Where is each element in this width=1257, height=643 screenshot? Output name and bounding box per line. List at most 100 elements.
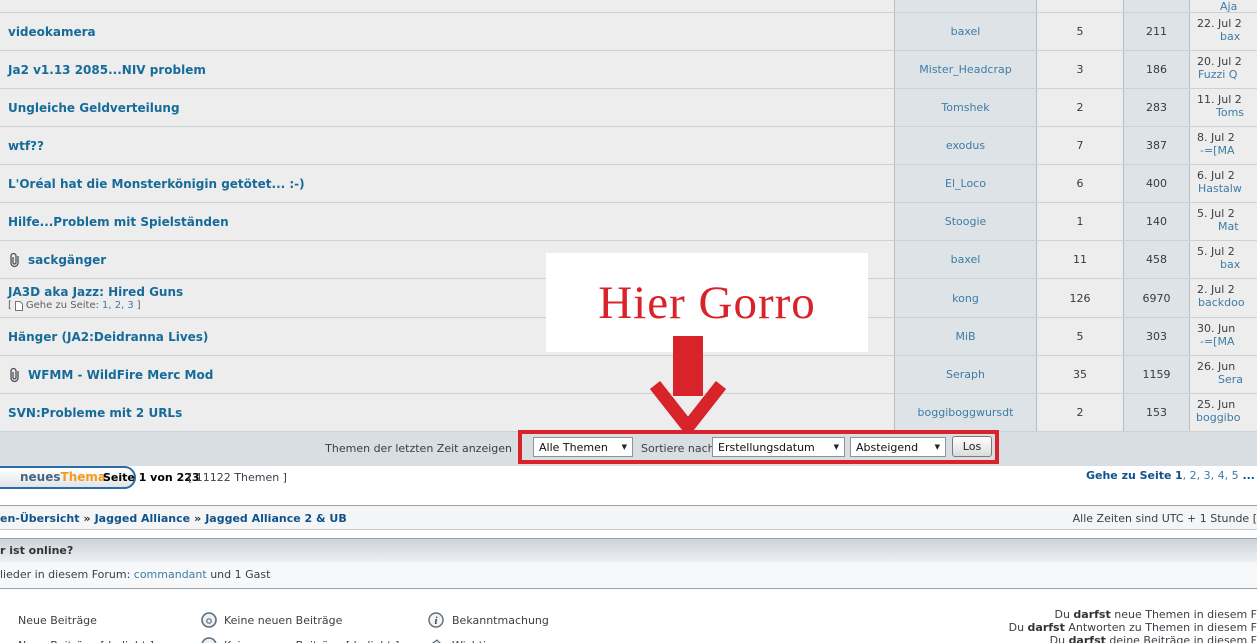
author-cell: exodus: [894, 127, 1036, 164]
page-links[interactable]: 1, 2, 3: [102, 300, 134, 312]
topic-link[interactable]: SVN:Probleme mit 2 URLs: [8, 406, 182, 420]
legend-label: Bekanntmachung: [452, 614, 549, 627]
views-count: 186: [1123, 51, 1189, 88]
lastpost-author-link[interactable]: bax: [1220, 30, 1240, 43]
topic-link[interactable]: Ja2 v1.13 2085...NIV problem: [8, 63, 206, 77]
lastpost-author-link[interactable]: bax: [1220, 258, 1240, 271]
replies-count: 126: [1036, 279, 1123, 317]
goto-page-label: Gehe zu Seite: [1086, 469, 1172, 482]
new-topic-label-1: neues: [20, 470, 61, 484]
lastpost-cell: 20. Jul 2Fuzzi Q: [1189, 51, 1257, 88]
forum-page: Aja videokamerabaxel521122. Jul 2baxJa2 …: [0, 0, 1257, 643]
lastpost-author-link[interactable]: boggibo: [1196, 411, 1240, 424]
author-link[interactable]: baxel: [951, 25, 981, 38]
lastpost-author-link[interactable]: Mat: [1218, 220, 1239, 233]
breadcrumb-link[interactable]: Jagged Alliance: [95, 512, 191, 525]
views-count: 387: [1123, 127, 1189, 164]
sticky-icon: [427, 636, 445, 643]
legend-label: Neue Beiträge [ beliebt ]: [18, 639, 154, 643]
legend-row: Neue Beiträge [ beliebt ] Keine neuen Bei…: [0, 636, 900, 643]
topic-cell: SVN:Probleme mit 2 URLs: [0, 394, 894, 431]
topic-cell: [0, 0, 894, 12]
author-link[interactable]: Stoogie: [945, 215, 987, 228]
lastpost-author-link[interactable]: Fuzzi Q: [1198, 68, 1237, 81]
author-link[interactable]: Seraph: [946, 368, 985, 381]
topic-link[interactable]: videokamera: [8, 25, 96, 39]
member-link[interactable]: commandant: [134, 568, 207, 581]
page-icon: [15, 301, 23, 311]
views-count: 458: [1123, 241, 1189, 278]
topic-link[interactable]: JA3D aka Jazz: Hired Guns: [8, 285, 183, 299]
author-link[interactable]: boggiboggwursdt: [918, 406, 1014, 419]
topic-link[interactable]: L'Oréal hat die Monsterkönigin getötet..…: [8, 177, 305, 191]
lastpost-cell: 5. Jul 2Mat: [1189, 203, 1257, 240]
author-link[interactable]: kong: [952, 292, 979, 305]
topic-link[interactable]: Hilfe...Problem mit Spielständen: [8, 215, 229, 229]
topic-cell: wtf??: [0, 127, 894, 164]
topic-cell: WFMM - WildFire Merc Mod: [0, 356, 894, 393]
lastpost-cell: 25. Junboggibo: [1189, 394, 1257, 431]
page-info: Seite 1 von 223: [103, 471, 200, 484]
lastpost-author-link[interactable]: -=[MA: [1200, 144, 1235, 157]
table-row: Ja2 v1.13 2085...NIV problem Mister_Headc…: [0, 51, 1257, 89]
replies-count: 2: [1036, 89, 1123, 126]
sticky-icon: [427, 636, 445, 643]
lastpost-date: 5. Jul 2: [1190, 207, 1257, 220]
topic-link[interactable]: Hänger (JA2:Deidranna Lives): [8, 330, 208, 344]
author-link[interactable]: Tomshek: [941, 101, 989, 114]
legend-label: Keine neuen Beiträge [ beliebt ]: [224, 639, 399, 643]
topic-cell: Ungleiche Geldverteilung: [0, 89, 894, 126]
current-page-link[interactable]: 1: [1175, 469, 1183, 482]
views-count: 1159: [1123, 356, 1189, 393]
views-count: 6970: [1123, 279, 1189, 317]
lastpost-author-link[interactable]: Toms: [1216, 106, 1244, 119]
topic-count: [ 11122 Themen ]: [188, 471, 287, 484]
author-cell: MiB: [894, 318, 1036, 355]
lastpost-date: 8. Jul 2: [1190, 131, 1257, 144]
permission-line: Du darfst deine Beiträge in diesem F: [1009, 634, 1257, 643]
author-link[interactable]: Mister_Headcrap: [919, 63, 1011, 76]
page-links[interactable]: , 2, 3, 4, 5: [1183, 469, 1239, 482]
replies-count: 7: [1036, 127, 1123, 164]
breadcrumb: en-Übersicht»Jagged Alliance»Jagged Alli…: [0, 512, 347, 525]
author-link[interactable]: baxel: [951, 253, 981, 266]
author-link[interactable]: MiB: [955, 330, 975, 343]
breadcrumb-link[interactable]: en-Übersicht: [0, 512, 79, 525]
lastpost-author-link[interactable]: Hastalw: [1198, 182, 1242, 195]
lastpost-date: 26. Jun: [1190, 360, 1257, 373]
author-link[interactable]: exodus: [946, 139, 985, 152]
new-topic-label-2: Thema: [61, 470, 106, 484]
author-cell: Seraph: [894, 356, 1036, 393]
annotation-arrow-icon: [640, 330, 740, 432]
topic-cell: L'Oréal hat die Monsterkönigin getötet..…: [0, 165, 894, 202]
breadcrumb-link[interactable]: Jagged Alliance 2 & UB: [205, 512, 347, 525]
annotation-text: Hier Gorro: [598, 276, 816, 330]
topic-link[interactable]: wtf??: [8, 139, 44, 153]
lastpost-author-link[interactable]: backdoo: [1198, 296, 1245, 309]
announcement-icon: i: [427, 611, 445, 632]
views-count: 211: [1123, 13, 1189, 50]
online-header: r ist online?: [0, 538, 1257, 562]
author-cell: baxel: [894, 241, 1036, 278]
lastpost-author-link[interactable]: Aja: [1220, 0, 1237, 12]
breadcrumb-separator: »: [190, 512, 205, 525]
topic-cell: videokamera: [0, 13, 894, 50]
lastpost-date: 11. Jul 2: [1190, 93, 1257, 106]
replies-count: 35: [1036, 356, 1123, 393]
topic-link[interactable]: Ungleiche Geldverteilung: [8, 101, 180, 115]
replies-count: 3: [1036, 51, 1123, 88]
page-ellipsis: ...: [1239, 469, 1255, 482]
views-count: 140: [1123, 203, 1189, 240]
breadcrumb-separator: »: [79, 512, 94, 525]
topic-link[interactable]: WFMM - WildFire Merc Mod: [28, 368, 213, 382]
lastpost-date: 30. Jun: [1190, 322, 1257, 335]
online-members-suffix: und 1 Gast: [207, 568, 271, 581]
lastpost-cell: 22. Jul 2bax: [1189, 13, 1257, 50]
table-row: Ungleiche GeldverteilungTomshek228311. J…: [0, 89, 1257, 127]
lastpost-date: 6. Jul 2: [1190, 169, 1257, 182]
lastpost-author-link[interactable]: Sera: [1218, 373, 1243, 386]
replies-count: 6: [1036, 165, 1123, 202]
lastpost-author-link[interactable]: -=[MA: [1200, 335, 1235, 348]
topic-link[interactable]: sackgänger: [28, 253, 106, 267]
author-link[interactable]: El_Loco: [945, 177, 986, 190]
